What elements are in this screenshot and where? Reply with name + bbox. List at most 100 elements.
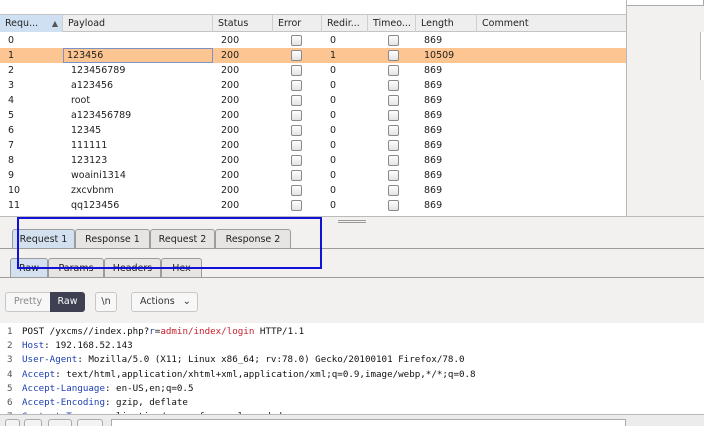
table-row[interactable]: 0 200 0 869: [0, 33, 626, 48]
timeout-checkbox[interactable]: [388, 35, 399, 46]
timeout-checkbox[interactable]: [388, 95, 399, 106]
column-header-comment[interactable]: Comment: [477, 15, 626, 32]
intruder-attack-window: Requ... ▲ Payload Status Error Redir... T…: [0, 0, 704, 426]
column-header-status[interactable]: Status: [213, 15, 273, 32]
cell-redirection: 0: [330, 155, 337, 166]
cell-request: 3: [8, 80, 15, 91]
pretty-button[interactable]: Pretty: [5, 292, 51, 312]
cell-payload: 111111: [71, 140, 108, 151]
results-table-header: Requ... ▲ Payload Status Error Redir... T…: [0, 14, 626, 32]
search-input[interactable]: [111, 419, 626, 426]
show-newlines-button[interactable]: \n: [95, 292, 117, 312]
results-table[interactable]: Requ... ▲ Payload Status Error Redir... T…: [0, 0, 627, 216]
line-token: : text/html,application/xhtml+xml,applic…: [55, 368, 476, 380]
cell-status: 200: [221, 185, 240, 196]
column-header-payload[interactable]: Payload: [63, 15, 213, 32]
cell-length: 869: [424, 170, 443, 181]
column-header-timeout[interactable]: Timeo...: [368, 15, 416, 32]
table-row[interactable]: 11 qq123456 200 0 869: [0, 198, 626, 213]
table-row[interactable]: 7 111111 200 0 869: [0, 138, 626, 153]
timeout-checkbox[interactable]: [388, 50, 399, 61]
timeout-checkbox[interactable]: [388, 125, 399, 136]
error-checkbox[interactable]: [291, 80, 302, 91]
cell-length: 10509: [424, 50, 455, 61]
timeout-checkbox[interactable]: [388, 140, 399, 151]
timeout-checkbox[interactable]: [388, 110, 399, 121]
cell-redirection: 0: [330, 65, 337, 76]
table-row[interactable]: 10 zxcvbnm 200 0 869: [0, 183, 626, 198]
settings-icon[interactable]: [24, 419, 42, 426]
timeout-checkbox[interactable]: [388, 185, 399, 196]
cell-redirection: 0: [330, 80, 337, 91]
cell-payload: [63, 33, 213, 48]
error-checkbox[interactable]: [291, 50, 302, 61]
cell-status: 200: [221, 155, 240, 166]
cell-status: 200: [221, 170, 240, 181]
actions-label: Actions: [140, 296, 175, 307]
cell-request: 6: [8, 125, 15, 136]
line-token: : en-US,en;q=0.5: [104, 382, 194, 394]
error-checkbox[interactable]: [291, 200, 302, 211]
cell-length: 869: [424, 140, 443, 151]
table-row[interactable]: 4 root 200 0 869: [0, 93, 626, 108]
timeout-checkbox[interactable]: [388, 200, 399, 211]
cell-request: 7: [8, 140, 15, 151]
line-number: 4: [7, 368, 13, 380]
line-number: 1: [7, 326, 13, 337]
previous-button[interactable]: [48, 419, 72, 426]
help-icon[interactable]: [5, 419, 20, 426]
cell-payload: a123456: [71, 80, 114, 91]
request-editor[interactable]: 1 POST /yxcms//index.php?r=admin/index/lo…: [0, 323, 704, 414]
error-checkbox[interactable]: [291, 35, 302, 46]
chevron-down-icon: ⌄: [182, 296, 191, 307]
table-row[interactable]: 6 12345 200 0 869: [0, 123, 626, 138]
column-header-request[interactable]: Requ... ▲: [0, 15, 63, 32]
line-token: Accept: [22, 368, 56, 380]
error-checkbox[interactable]: [291, 65, 302, 76]
line-text: POST /yxcms//index.php?r=admin/index/log…: [22, 325, 304, 339]
cell-request: 11: [8, 200, 21, 211]
cell-status: 200: [221, 110, 240, 121]
search-bar: [0, 414, 704, 426]
error-checkbox[interactable]: [291, 125, 302, 136]
table-row[interactable]: 1 123456 200 1 10509: [0, 48, 626, 63]
error-checkbox[interactable]: [291, 170, 302, 181]
subtabs-divider: [0, 277, 704, 278]
error-checkbox[interactable]: [291, 140, 302, 151]
error-checkbox[interactable]: [291, 95, 302, 106]
cell-length: 869: [424, 155, 443, 166]
splitter-grip-icon[interactable]: [338, 220, 366, 223]
line-text: Accept-Language: en-US,en;q=0.5: [22, 382, 194, 396]
line-number: 6: [7, 397, 13, 408]
column-header-length[interactable]: Length: [416, 15, 477, 32]
line-number: 3: [7, 354, 13, 366]
next-button[interactable]: [77, 419, 103, 426]
cell-status: 200: [221, 125, 240, 136]
editor-toolbar: Pretty Raw \n Actions ⌄: [0, 281, 704, 323]
line-text: Accept: text/html,application/xhtml+xml,…: [22, 368, 476, 382]
timeout-checkbox[interactable]: [388, 155, 399, 166]
table-row[interactable]: 5 a123456789 200 0 869: [0, 108, 626, 123]
line-token: User-Agent: [22, 354, 78, 366]
panel-edge: [627, 0, 704, 6]
actions-button[interactable]: Actions ⌄: [131, 292, 198, 312]
cell-request: 1: [8, 50, 15, 61]
timeout-checkbox[interactable]: [388, 65, 399, 76]
error-checkbox[interactable]: [291, 110, 302, 121]
cell-length: 869: [424, 110, 443, 121]
results-side-area: [627, 0, 704, 216]
error-checkbox[interactable]: [291, 185, 302, 196]
error-checkbox[interactable]: [291, 155, 302, 166]
timeout-checkbox[interactable]: [388, 80, 399, 91]
cell-payload: 123123: [71, 155, 108, 166]
line-number: 5: [7, 382, 13, 394]
table-row[interactable]: 9 woaini1314 200 0 869: [0, 168, 626, 183]
timeout-checkbox[interactable]: [388, 170, 399, 181]
table-row[interactable]: 8 123123 200 0 869: [0, 153, 626, 168]
column-header-error[interactable]: Error: [273, 15, 322, 32]
table-row[interactable]: 2 123456789 200 0 869: [0, 63, 626, 78]
table-row[interactable]: 3 a123456 200 0 869: [0, 78, 626, 93]
cell-redirection: 0: [330, 140, 337, 151]
column-header-redirection[interactable]: Redir...: [322, 15, 368, 32]
raw-button[interactable]: Raw: [50, 292, 85, 312]
